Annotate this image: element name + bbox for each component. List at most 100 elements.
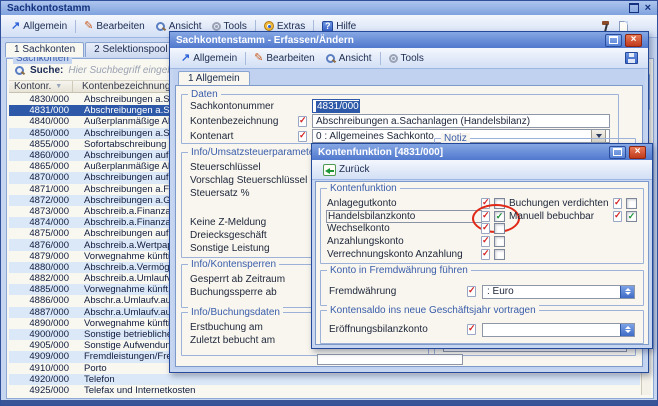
checkbox-label: Anlagegutkonto (327, 198, 481, 209)
group-label: Info/Umsatzsteuerparameter (188, 147, 321, 158)
field-row: Sachkontonummer 4831/000 (190, 99, 610, 113)
magnifier-icon (325, 53, 336, 64)
fremdwaehrung-group: Konto in Fremdwährung führen Fremdwährun… (320, 270, 644, 306)
new-page-icon[interactable] (619, 21, 628, 32)
main-window: Sachkontostamm × ↗Allgemein ✎Bearbeiten … (0, 0, 658, 406)
field-row: Fremdwährung : Euro (329, 284, 635, 299)
edit-flag-icon[interactable] (481, 198, 490, 209)
tab-allgemein[interactable]: 1 Allgemein (178, 71, 250, 85)
help-icon: ? (322, 21, 333, 32)
account-number: 4870/000 (9, 172, 74, 183)
main-titlebar: Sachkontostamm × (1, 1, 657, 15)
edit-flag-icon[interactable] (613, 198, 622, 209)
fremdwaehrung-combobox[interactable]: : Euro (482, 285, 635, 299)
account-number: 4875/000 (9, 228, 74, 239)
table-row[interactable]: 4920/000Telefon (9, 374, 640, 385)
checkbox[interactable] (494, 211, 505, 222)
close-button[interactable]: × (629, 146, 646, 159)
account-number: 4872/000 (9, 195, 74, 206)
field-row: Kontenbezeichnung Abschreibungen a.Sacha… (190, 114, 610, 128)
field-label: Kontenbezeichnung (190, 116, 298, 127)
edit-flag-icon[interactable] (481, 211, 490, 222)
account-number: 4871/000 (9, 184, 74, 195)
checkbox[interactable] (626, 211, 637, 222)
gear-icon (212, 22, 221, 31)
pencil-icon: ✎ (254, 53, 263, 63)
edit-flag-icon[interactable] (467, 324, 476, 335)
account-number: 4920/000 (9, 374, 74, 385)
checkbox[interactable] (494, 198, 505, 209)
checkbox-row: Anzahlungskonto (327, 235, 505, 248)
account-number: 4840/000 (9, 116, 74, 127)
kontenbezeichnung-input[interactable]: Abschreibungen a.Sachanlagen (Handelsbil… (312, 114, 610, 128)
eroeffnungsbilanzkonto-combobox[interactable] (482, 323, 635, 337)
account-number: 4882/000 (9, 273, 74, 284)
group-label: Kontensaldo ins neue Geschäftsjahr vortr… (327, 305, 539, 316)
field-row: Eröffnungsbilanzkonto (329, 322, 635, 337)
gear-icon (389, 54, 398, 63)
menu-tools[interactable]: Tools (384, 52, 429, 65)
column-header-kontonr[interactable]: Kontonr.▼ (9, 81, 73, 92)
edit-flag-icon[interactable] (481, 249, 490, 260)
account-number: 4876/000 (9, 240, 74, 251)
menu-allgemein[interactable]: ↗Allgemein (176, 52, 242, 65)
arrow-ne-icon: ↗ (11, 21, 20, 31)
checkbox[interactable] (494, 223, 505, 234)
restore-icon[interactable] (629, 3, 639, 13)
checkbox-label: Anzahlungskonto (327, 236, 481, 247)
account-number: 4887/000 (9, 307, 74, 318)
close-icon[interactable]: × (645, 3, 651, 13)
spinner-icon[interactable] (620, 286, 634, 298)
account-number: 4874/000 (9, 217, 74, 228)
checkbox[interactable] (494, 249, 505, 260)
save-icon[interactable] (625, 52, 638, 64)
tab-selektionspool[interactable]: 2 Selektionspool (85, 42, 176, 57)
sort-desc-icon: ▼ (55, 83, 62, 90)
checkbox[interactable] (626, 198, 637, 209)
dialog-toolbar: Zurück (312, 160, 652, 180)
tab-sachkonten[interactable]: 1 Sachkonten (5, 42, 84, 57)
menu-ansicht[interactable]: Ansicht (320, 52, 377, 65)
checkbox-row: Anlagegutkonto (327, 197, 505, 210)
restore-button[interactable] (609, 146, 626, 159)
restore-button[interactable] (605, 34, 622, 47)
magnifier-icon (155, 21, 166, 32)
account-number: 4905/000 (9, 340, 74, 351)
menu-bearbeiten[interactable]: ✎Bearbeiten (79, 20, 150, 33)
checkbox[interactable] (494, 236, 505, 247)
field-label: Kontenart (190, 131, 298, 142)
checkbox-row: Wechselkonto (327, 223, 505, 236)
column-header-kontenbezeichnung[interactable]: Kontenbezeichnung (73, 81, 170, 92)
checkbox-label: Buchungen verdichten (509, 198, 613, 209)
back-button[interactable]: Zurück (318, 163, 375, 177)
edit-flag-icon[interactable] (481, 236, 490, 247)
checkbox-row: Handelsbilanzkonto (327, 210, 505, 223)
account-number: 4885/000 (9, 284, 74, 295)
account-number: 4900/000 (9, 329, 74, 340)
search-icon (14, 65, 25, 76)
edit-flag-icon[interactable] (467, 286, 476, 297)
checkbox-label: Manuell bebuchbar (509, 211, 613, 222)
edit-flag-icon[interactable] (481, 223, 490, 234)
group-label: Konto in Fremdwährung führen (327, 265, 471, 276)
edit-flag-icon[interactable] (613, 211, 622, 222)
field-label: Fremdwährung (329, 286, 467, 297)
separator (380, 52, 381, 65)
edit-flag-icon[interactable] (298, 116, 307, 127)
pencil-icon: ✎ (84, 21, 93, 31)
field-label: Sachkontonummer (190, 101, 298, 112)
bottom-field[interactable] (317, 354, 463, 365)
account-number: 4831/000 (9, 105, 74, 116)
table-row[interactable]: 4925/000Telefax und Internetkosten (9, 385, 640, 396)
close-button[interactable]: × (625, 34, 642, 47)
back-arrow-icon (323, 164, 336, 176)
menu-allgemein[interactable]: ↗Allgemein (6, 20, 72, 33)
dialog-body: Kontenfunktion AnlagegutkontoHandelsbila… (315, 181, 649, 345)
window-title: Sachkontostamm (7, 3, 90, 14)
sachkontonummer-input[interactable]: 4831/000 (312, 99, 360, 113)
kontensaldo-group: Kontensaldo ins neue Geschäftsjahr vortr… (320, 310, 644, 344)
menu-bearbeiten[interactable]: ✎Bearbeiten (249, 52, 320, 65)
account-number: 4880/000 (9, 262, 74, 273)
spinner-icon[interactable] (620, 324, 634, 336)
edit-flag-icon[interactable] (298, 131, 307, 142)
